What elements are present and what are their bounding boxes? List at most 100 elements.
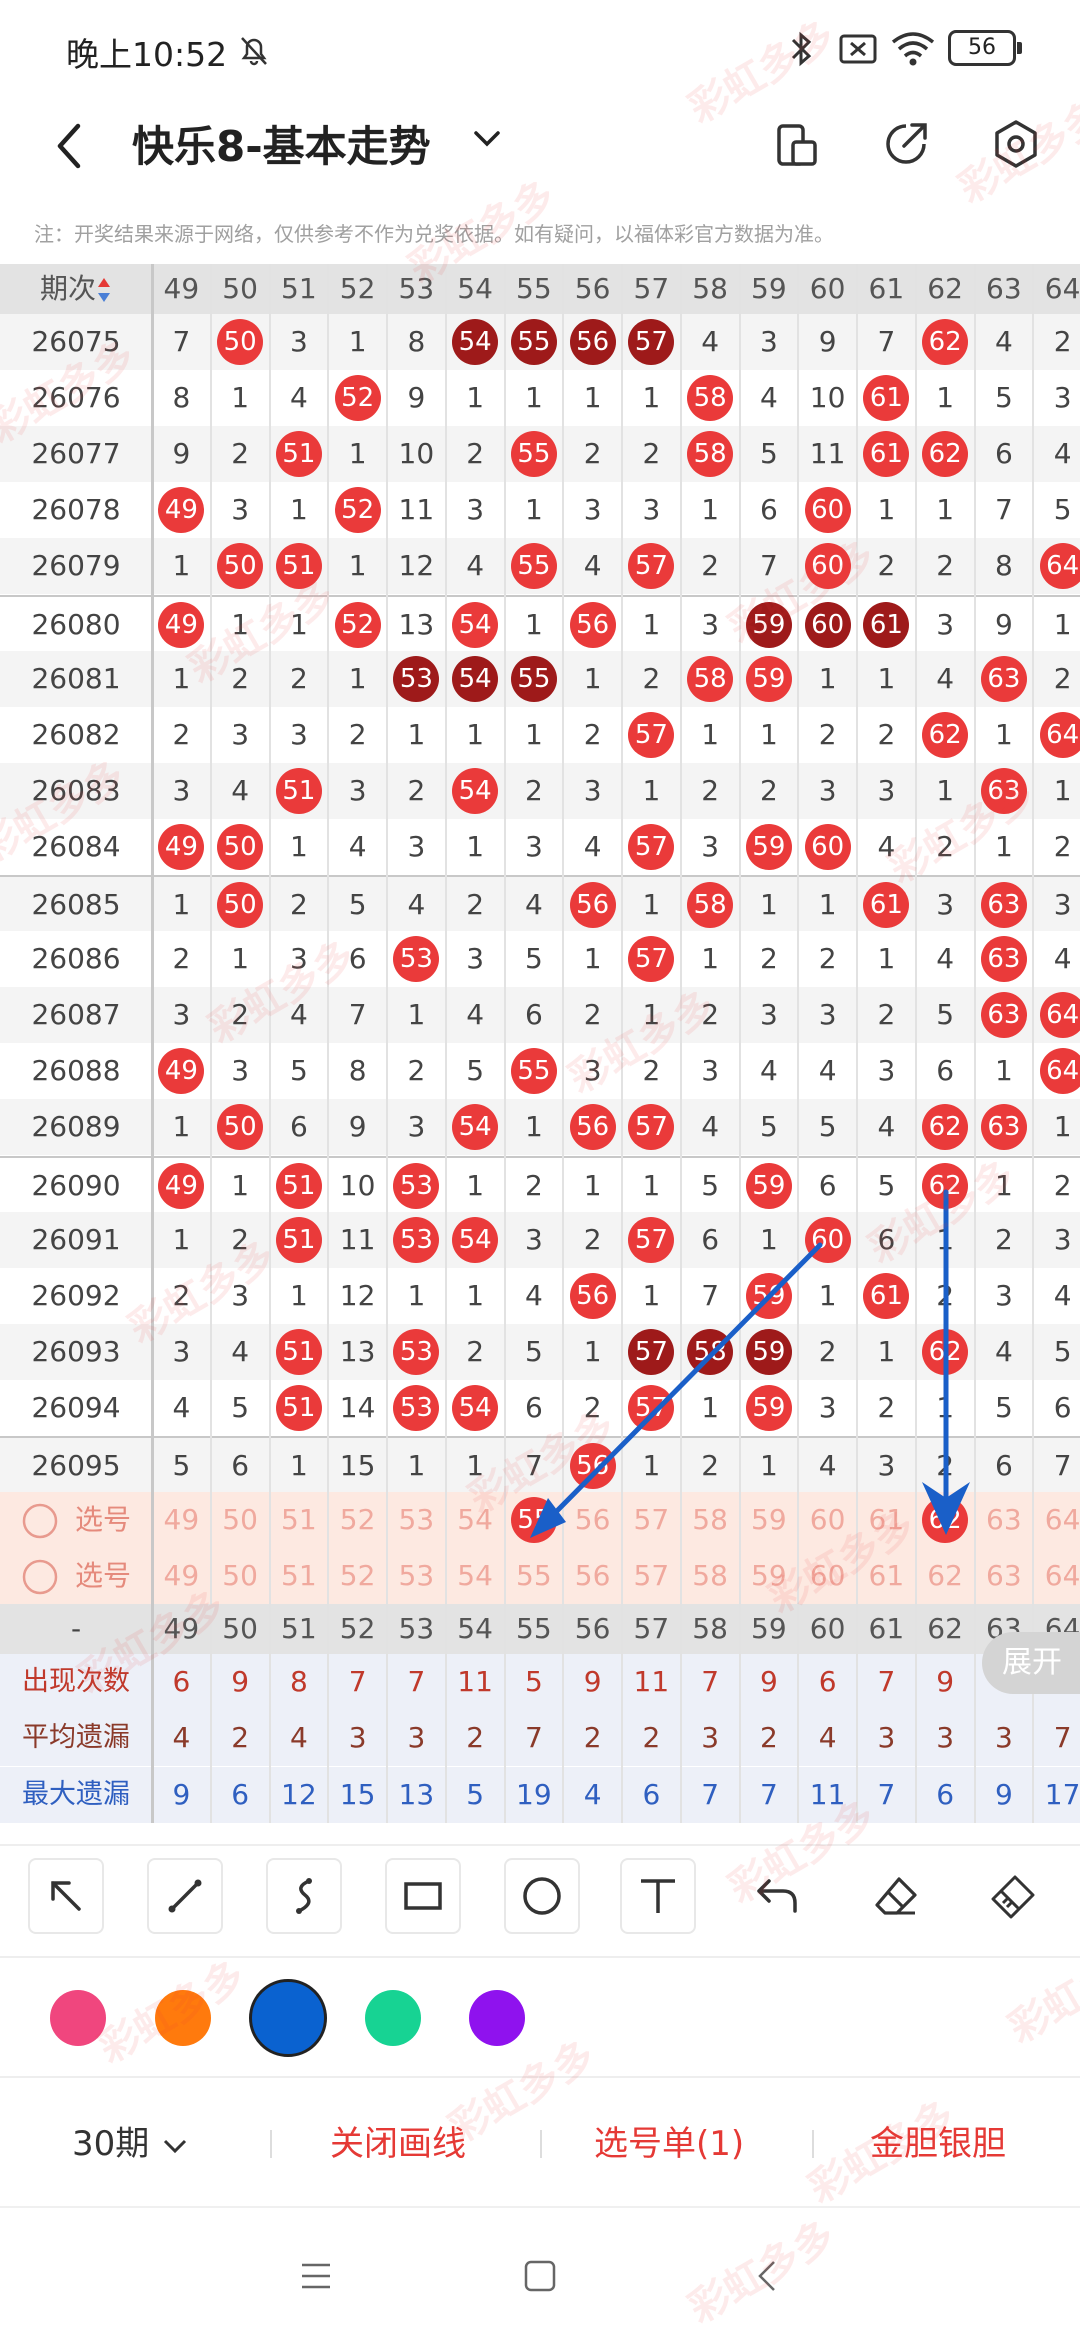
pick-list-button[interactable]: 选号单(1) [594, 2116, 744, 2165]
pick-cell[interactable]: 55 [505, 1492, 564, 1548]
pick-cell[interactable]: 50 [211, 1492, 270, 1548]
pick-cell[interactable]: 58 [681, 1548, 740, 1604]
table-cell: 55 [505, 426, 564, 482]
table-cell: 1 [524, 607, 543, 641]
table-row: 26083 3 4 51 3 2 54 2 3 1 2 2 3 3 1 63 1 [0, 762, 1080, 819]
circle-tool-icon[interactable] [504, 1858, 580, 1934]
color-swatch[interactable] [50, 1990, 106, 2046]
pick-cell[interactable]: 52 [328, 1548, 387, 1604]
home-icon[interactable] [522, 2258, 558, 2294]
curve-tool-icon[interactable] [266, 1858, 342, 1934]
table-row: 26091 1 2 51 11 53 54 3 2 57 6 1 60 6 1 2 3 [0, 1211, 1080, 1268]
radio-icon[interactable] [21, 1503, 59, 1539]
color-swatch[interactable] [249, 1979, 327, 2057]
page-title[interactable]: 快乐8-基本走势 [132, 113, 431, 174]
pick-cell[interactable]: 63 [975, 1548, 1034, 1604]
table-cell: 56 [563, 877, 622, 933]
pick-cell[interactable]: 61 [857, 1548, 916, 1604]
hit-ball: 51 [275, 1328, 322, 1375]
rectangle-tool-icon[interactable] [385, 1858, 461, 1934]
table-cell: 3 [524, 1222, 543, 1256]
eraser-icon[interactable] [858, 1858, 934, 1934]
pick-cell[interactable]: 57 [622, 1492, 681, 1548]
stats-cell: 6 [642, 1777, 661, 1811]
table-cell: 2 [172, 942, 191, 976]
pick-row-label[interactable]: 选号 [0, 1548, 152, 1604]
stats-cell: 2 [642, 1721, 661, 1755]
pick-cell[interactable]: 51 [270, 1492, 329, 1548]
phone-layout-icon[interactable] [772, 114, 822, 174]
table-cell: 51 [270, 763, 329, 819]
text-tool-icon[interactable] [620, 1858, 696, 1934]
pick-cell[interactable]: 57 [622, 1548, 681, 1604]
pick-row-label[interactable]: 选号 [0, 1492, 152, 1548]
share-icon[interactable] [878, 114, 934, 174]
period-select[interactable]: 30期 [72, 2116, 190, 2165]
pick-cell[interactable]: 59 [740, 1548, 799, 1604]
radio-icon[interactable] [21, 1559, 59, 1595]
menu-icon[interactable] [298, 2260, 334, 2292]
table-cell: 51 [270, 1212, 329, 1268]
pick-cell[interactable]: 53 [387, 1548, 446, 1604]
table-cell: 4 [759, 381, 778, 415]
pick-cell[interactable]: 56 [563, 1548, 622, 1604]
pick-cell[interactable]: 51 [270, 1548, 329, 1604]
pick-cell[interactable]: 60 [798, 1492, 857, 1548]
settings-icon[interactable] [988, 114, 1044, 174]
table-cell: 1 [583, 381, 602, 415]
pick-cell[interactable]: 61 [857, 1492, 916, 1548]
pick-cell[interactable]: 54 [446, 1548, 505, 1604]
period-cell: 26091 [31, 1222, 121, 1256]
back-icon[interactable] [48, 116, 88, 176]
pick-cell[interactable]: 56 [563, 1492, 622, 1548]
table-row: 26093 3 4 51 13 53 2 5 1 57 58 59 2 1 62 4 5 [0, 1323, 1080, 1380]
table-cell: 2 [172, 717, 191, 751]
sort-icon[interactable] [96, 272, 112, 305]
pick-cell[interactable]: 63 [975, 1492, 1034, 1548]
table-cell: 4 [407, 888, 426, 921]
expand-button[interactable]: 展开 [982, 1632, 1080, 1694]
table-cell: 4 [231, 773, 250, 807]
arrow-tool-icon[interactable] [28, 1858, 104, 1934]
pick-cell[interactable]: 50 [211, 1548, 270, 1604]
chevron-down-icon[interactable] [470, 124, 504, 154]
table-cell: 58 [681, 426, 740, 482]
pick-cell[interactable]: 49 [152, 1492, 211, 1548]
close-drawing-button[interactable]: 关闭画线 [330, 2116, 466, 2165]
pick-cell[interactable]: 62 [916, 1492, 975, 1548]
stats-cell: 6 [936, 1777, 955, 1811]
table-cell: 50 [211, 314, 270, 370]
pick-cell[interactable]: 52 [328, 1492, 387, 1548]
pick-cell[interactable]: 62 [916, 1548, 975, 1604]
pick-cell[interactable]: 53 [387, 1492, 446, 1548]
table-cell: 4 [583, 829, 602, 863]
table-cell: 6 [1053, 1390, 1072, 1424]
pick-cell[interactable]: 64 [1033, 1548, 1080, 1604]
pick-cell[interactable]: 59 [740, 1492, 799, 1548]
pick-cell[interactable]: 58 [681, 1492, 740, 1548]
clear-icon[interactable] [976, 1858, 1052, 1934]
pick-cell[interactable]: 60 [798, 1548, 857, 1604]
gold-silver-button[interactable]: 金胆银胆 [870, 2116, 1006, 2165]
selected-number-ball[interactable]: 55 [510, 1497, 557, 1544]
column-header: 55 [516, 272, 552, 305]
pick-cell[interactable]: 55 [505, 1548, 564, 1604]
table-cell: 1 [407, 1449, 426, 1482]
table-cell: 2 [701, 549, 720, 583]
pick-cell[interactable]: 54 [446, 1492, 505, 1548]
color-swatch[interactable] [469, 1990, 525, 2046]
color-swatch[interactable] [155, 1990, 211, 2046]
period-header[interactable]: 期次 [0, 264, 152, 314]
table-cell: 57 [622, 538, 681, 594]
table-cell: 1 [642, 998, 661, 1032]
color-swatch[interactable] [365, 1990, 421, 2046]
pick-cell[interactable]: 49 [152, 1548, 211, 1604]
undo-icon[interactable] [740, 1858, 816, 1934]
line-tool-icon[interactable] [147, 1858, 223, 1934]
back-nav-icon[interactable] [752, 2258, 782, 2294]
table-cell: 1 [231, 1168, 250, 1202]
table-cell: 8 [172, 381, 191, 415]
selected-number-ball[interactable]: 62 [922, 1497, 969, 1544]
table-cell: 53 [387, 1158, 446, 1214]
pick-cell[interactable]: 64 [1033, 1492, 1080, 1548]
